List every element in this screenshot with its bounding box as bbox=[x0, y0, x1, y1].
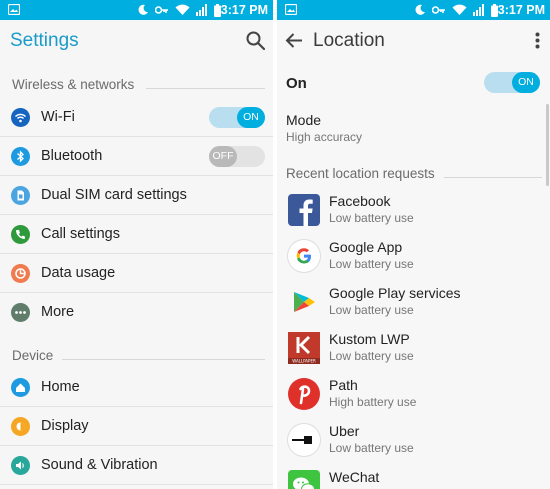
toggle-state: ON bbox=[237, 107, 265, 128]
home-icon bbox=[11, 378, 30, 397]
key-icon bbox=[432, 6, 445, 14]
app-bar: Location bbox=[277, 20, 550, 62]
status-bar: 3:17 PM bbox=[277, 0, 550, 20]
path-icon bbox=[288, 378, 320, 410]
app-name: Facebook bbox=[329, 193, 391, 209]
app-bar: Settings bbox=[0, 20, 273, 62]
settings-item-home[interactable]: Home bbox=[0, 368, 273, 407]
settings-item-more[interactable]: More bbox=[0, 293, 273, 332]
section-divider bbox=[146, 88, 265, 89]
image-notification-icon bbox=[285, 4, 297, 15]
settings-item-label: Call settings bbox=[41, 226, 120, 242]
location-on-label: On bbox=[286, 75, 307, 92]
app-name: Uber bbox=[329, 423, 360, 439]
settings-item-sound[interactable]: Sound & Vibration bbox=[0, 446, 273, 485]
page-title: Location bbox=[313, 30, 385, 51]
mode-value: High accuracy bbox=[286, 130, 363, 144]
battery-usage: Low battery use bbox=[329, 303, 414, 317]
app-row-kustom-lwp[interactable]: WALLPAPER Kustom LWP Low battery use bbox=[277, 326, 550, 372]
app-row-uber[interactable]: Uber Low battery use bbox=[277, 418, 550, 464]
sound-icon bbox=[11, 456, 30, 475]
display-icon bbox=[11, 417, 30, 436]
settings-item-call[interactable]: Call settings bbox=[0, 215, 273, 254]
battery-usage: Low battery use bbox=[329, 441, 414, 455]
toggle-state: ON bbox=[512, 72, 540, 93]
location-screen: 3:17 PM Location On ON Mode High accurac… bbox=[277, 0, 550, 489]
settings-item-label: Sound & Vibration bbox=[41, 457, 158, 473]
wifi-icon bbox=[11, 108, 30, 127]
app-row-path[interactable]: Path High battery use bbox=[277, 372, 550, 418]
bluetooth-toggle[interactable]: OFF bbox=[209, 146, 265, 167]
bluetooth-icon bbox=[11, 147, 30, 166]
battery-usage: Low battery use bbox=[329, 349, 414, 363]
cell-signal-icon bbox=[473, 4, 484, 16]
data-usage-icon bbox=[11, 264, 30, 283]
section-header-wireless: Wireless & networks bbox=[12, 77, 135, 92]
moon-icon bbox=[415, 4, 425, 15]
battery-usage: Low battery use bbox=[329, 257, 414, 271]
status-time: 3:17 PM bbox=[497, 3, 545, 17]
wechat-icon bbox=[288, 470, 320, 489]
section-header-recent-requests: Recent location requests bbox=[286, 166, 435, 181]
cell-signal-icon bbox=[196, 4, 207, 16]
google-icon bbox=[288, 240, 320, 272]
location-toggle[interactable]: ON bbox=[484, 72, 540, 93]
settings-item-data-usage[interactable]: Data usage bbox=[0, 254, 273, 293]
mode-setting[interactable]: Mode High accuracy bbox=[277, 104, 550, 152]
toggle-state: OFF bbox=[209, 146, 237, 167]
settings-item-dual-sim[interactable]: Dual SIM card settings bbox=[0, 176, 273, 215]
status-time: 3:17 PM bbox=[220, 3, 268, 17]
scrollbar[interactable] bbox=[546, 104, 549, 186]
back-arrow-icon[interactable] bbox=[285, 32, 303, 49]
kustom-icon-caption: WALLPAPER bbox=[292, 359, 316, 364]
wifi-toggle[interactable]: ON bbox=[209, 107, 265, 128]
app-name: WeChat bbox=[329, 469, 380, 485]
settings-item-label: Dual SIM card settings bbox=[41, 187, 187, 203]
mode-label: Mode bbox=[286, 112, 322, 128]
facebook-icon bbox=[288, 194, 320, 226]
wifi-signal-icon bbox=[175, 4, 190, 16]
settings-item-label: Home bbox=[41, 379, 80, 395]
section-divider bbox=[62, 359, 265, 360]
app-name: Google Play services bbox=[329, 285, 461, 301]
kustom-lwp-icon: WALLPAPER bbox=[288, 332, 320, 364]
settings-item-display[interactable]: Display bbox=[0, 407, 273, 446]
app-name: Kustom LWP bbox=[329, 331, 410, 347]
app-row-google[interactable]: Google App Low battery use bbox=[277, 234, 550, 280]
image-notification-icon bbox=[8, 4, 20, 15]
settings-item-label: Data usage bbox=[41, 265, 116, 281]
uber-icon bbox=[288, 424, 320, 456]
settings-item-label: Display bbox=[41, 418, 89, 434]
app-row-facebook[interactable]: Facebook Low battery use bbox=[277, 188, 550, 234]
sim-card-icon bbox=[11, 186, 30, 205]
settings-screen: 3:17 PM Settings Wireless & networks Wi-… bbox=[0, 0, 273, 489]
section-header-device: Device bbox=[12, 348, 54, 363]
app-row-google-play-services[interactable]: Google Play services Low battery use bbox=[277, 280, 550, 326]
settings-item-label: More bbox=[41, 304, 75, 320]
wifi-signal-icon bbox=[452, 4, 467, 16]
app-row-wechat[interactable]: WeChat bbox=[277, 464, 550, 489]
battery-usage: High battery use bbox=[329, 395, 417, 409]
phone-icon bbox=[11, 225, 30, 244]
page-title: Settings bbox=[10, 30, 79, 51]
settings-item-wifi[interactable]: Wi-Fi ON bbox=[0, 98, 273, 137]
app-name: Google App bbox=[329, 239, 403, 255]
status-bar: 3:17 PM bbox=[0, 0, 273, 20]
moon-icon bbox=[138, 4, 148, 15]
settings-item-label: Wi-Fi bbox=[41, 109, 75, 125]
google-play-services-icon bbox=[288, 286, 320, 318]
settings-item-bluetooth[interactable]: Bluetooth OFF bbox=[0, 137, 273, 176]
section-divider bbox=[444, 177, 542, 178]
battery-usage: Low battery use bbox=[329, 211, 414, 225]
overflow-menu-icon[interactable] bbox=[535, 32, 540, 49]
key-icon bbox=[155, 6, 168, 14]
location-master-switch[interactable]: On ON bbox=[277, 62, 550, 104]
more-icon bbox=[11, 303, 30, 322]
app-name: Path bbox=[329, 377, 358, 393]
search-icon[interactable] bbox=[246, 31, 265, 50]
settings-item-label: Bluetooth bbox=[41, 148, 103, 164]
